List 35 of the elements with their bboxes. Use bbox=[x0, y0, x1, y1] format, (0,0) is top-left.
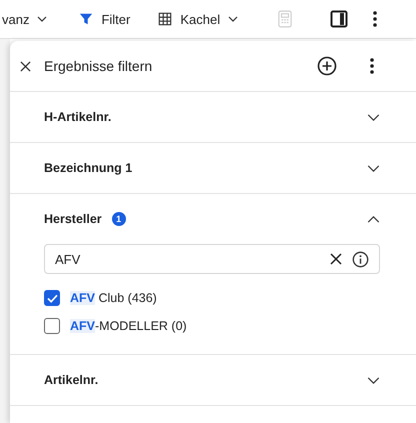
section-title: Artikelnr. bbox=[44, 373, 98, 387]
chevron-down-icon bbox=[367, 114, 380, 120]
section-title: H-Artikelnr. bbox=[44, 110, 112, 124]
add-icon[interactable] bbox=[317, 56, 337, 76]
more-icon[interactable] bbox=[370, 58, 374, 74]
section-header[interactable]: Artikelnr. bbox=[10, 355, 416, 405]
chevron-up-icon bbox=[367, 216, 380, 222]
count-badge: 1 bbox=[112, 212, 126, 226]
option-label: AFV-MODELLER (0) bbox=[70, 319, 187, 333]
filter-button[interactable]: Filter bbox=[79, 12, 130, 26]
chevron-down-icon bbox=[367, 376, 380, 384]
close-icon[interactable] bbox=[20, 60, 31, 72]
option-label: AFV Club (436) bbox=[70, 291, 157, 305]
funnel-icon bbox=[79, 12, 94, 26]
info-icon[interactable] bbox=[352, 250, 369, 268]
view-dropdown[interactable]: Kachel bbox=[158, 12, 238, 26]
section-header[interactable]: Bezeichnung 1 bbox=[10, 143, 416, 193]
section-header[interactable]: Hersteller 1 bbox=[10, 194, 416, 244]
more-icon[interactable] bbox=[373, 11, 378, 27]
clear-icon[interactable] bbox=[330, 253, 342, 265]
section-title: Hersteller bbox=[44, 212, 102, 226]
checkbox[interactable] bbox=[44, 290, 60, 306]
side-panel-icon[interactable] bbox=[330, 10, 348, 28]
search-value: AFV bbox=[55, 252, 82, 266]
search-field[interactable]: AFV bbox=[44, 244, 380, 274]
chevron-down-icon bbox=[37, 16, 48, 22]
sort-dropdown[interactable]: vanz bbox=[2, 12, 48, 26]
grid-icon bbox=[158, 12, 172, 26]
check-icon bbox=[46, 294, 58, 302]
section-header[interactable]: H-Artikelnr. bbox=[10, 92, 416, 142]
chevron-down-icon bbox=[367, 164, 380, 172]
chevron-down-icon bbox=[228, 16, 238, 22]
section-title: Bezeichnung 1 bbox=[44, 161, 132, 175]
panel-title: Ergebnisse filtern bbox=[44, 58, 154, 74]
checkbox[interactable] bbox=[44, 318, 60, 334]
